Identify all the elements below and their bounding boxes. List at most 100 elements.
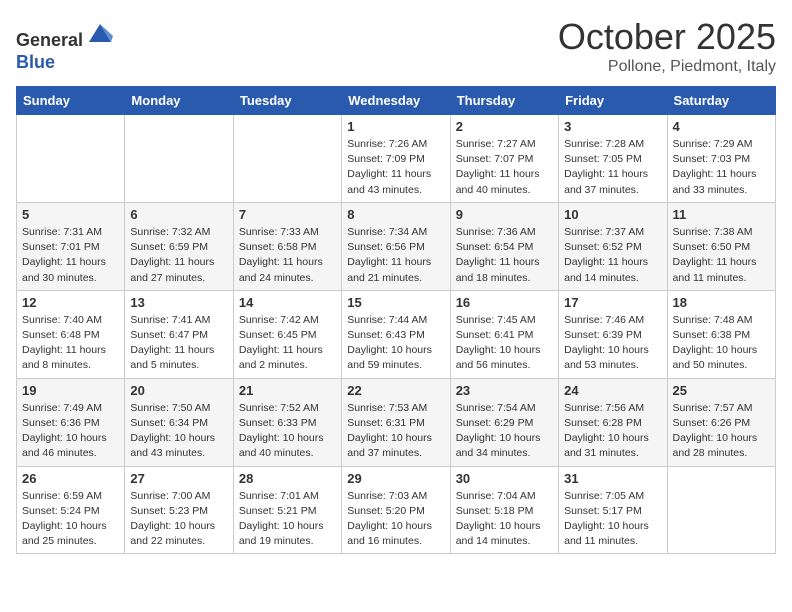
day-number: 24: [564, 383, 661, 398]
col-header-thursday: Thursday: [450, 87, 558, 115]
calendar-cell: 24 Sunrise: 7:56 AM Sunset: 6:28 PM Dayli…: [559, 378, 667, 466]
col-header-monday: Monday: [125, 87, 233, 115]
day-number: 11: [673, 207, 770, 222]
calendar-cell: [17, 115, 125, 203]
day-info: Sunrise: 7:49 AM Sunset: 6:36 PM Dayligh…: [22, 401, 119, 462]
day-number: 5: [22, 207, 119, 222]
day-number: 3: [564, 119, 661, 134]
day-info: Sunrise: 7:48 AM Sunset: 6:38 PM Dayligh…: [673, 313, 770, 374]
calendar-cell: [125, 115, 233, 203]
title-block: October 2025 Pollone, Piedmont, Italy: [558, 16, 776, 76]
day-info: Sunrise: 7:05 AM Sunset: 5:17 PM Dayligh…: [564, 489, 661, 550]
day-info: Sunrise: 7:31 AM Sunset: 7:01 PM Dayligh…: [22, 225, 119, 286]
day-info: Sunrise: 7:54 AM Sunset: 6:29 PM Dayligh…: [456, 401, 553, 462]
day-number: 8: [347, 207, 444, 222]
day-number: 19: [22, 383, 119, 398]
day-info: Sunrise: 7:42 AM Sunset: 6:45 PM Dayligh…: [239, 313, 336, 374]
day-number: 7: [239, 207, 336, 222]
calendar-cell: 20Sunrise: 7:50 AM Sunset: 6:34 PM Dayli…: [125, 378, 233, 466]
day-number: 20: [130, 383, 227, 398]
day-number: 26: [22, 471, 119, 486]
calendar-cell: 27Sunrise: 7:00 AM Sunset: 5:23 PM Dayli…: [125, 466, 233, 554]
calendar-cell: 8 Sunrise: 7:34 AM Sunset: 6:56 PM Daylig…: [342, 202, 450, 290]
calendar-cell: 19 Sunrise: 7:49 AM Sunset: 6:36 PM Dayli…: [17, 378, 125, 466]
calendar-cell: 17Sunrise: 7:46 AM Sunset: 6:39 PM Dayli…: [559, 290, 667, 378]
day-info: Sunrise: 7:56 AM Sunset: 6:28 PM Dayligh…: [564, 401, 661, 462]
calendar-cell: 1 Sunrise: 7:26 AM Sunset: 7:09 PM Daylig…: [342, 115, 450, 203]
day-info: Sunrise: 7:32 AM Sunset: 6:59 PM Dayligh…: [130, 225, 227, 286]
calendar-cell: 7 Sunrise: 7:33 AM Sunset: 6:58 PM Daylig…: [233, 202, 341, 290]
day-number: 23: [456, 383, 553, 398]
day-info: Sunrise: 7:40 AM Sunset: 6:48 PM Dayligh…: [22, 313, 119, 374]
logo-icon: [85, 16, 115, 46]
location-subtitle: Pollone, Piedmont, Italy: [558, 58, 776, 76]
day-number: 14: [239, 295, 336, 310]
calendar-cell: 4Sunrise: 7:29 AM Sunset: 7:03 PM Daylig…: [667, 115, 775, 203]
day-info: Sunrise: 7:03 AM Sunset: 5:20 PM Dayligh…: [347, 489, 444, 550]
calendar-week-row: 5 Sunrise: 7:31 AM Sunset: 7:01 PM Daylig…: [17, 202, 776, 290]
day-number: 16: [456, 295, 553, 310]
day-info: Sunrise: 7:41 AM Sunset: 6:47 PM Dayligh…: [130, 313, 227, 374]
day-info: Sunrise: 6:59 AM Sunset: 5:24 PM Dayligh…: [22, 489, 119, 550]
calendar-cell: 3 Sunrise: 7:28 AM Sunset: 7:05 PM Daylig…: [559, 115, 667, 203]
calendar-week-row: 12 Sunrise: 7:40 AM Sunset: 6:48 PM Dayli…: [17, 290, 776, 378]
calendar-cell: 29 Sunrise: 7:03 AM Sunset: 5:20 PM Dayli…: [342, 466, 450, 554]
col-header-friday: Friday: [559, 87, 667, 115]
calendar-cell: 21 Sunrise: 7:52 AM Sunset: 6:33 PM Dayli…: [233, 378, 341, 466]
day-number: 27: [130, 471, 227, 486]
day-number: 31: [564, 471, 661, 486]
calendar-cell: 23 Sunrise: 7:54 AM Sunset: 6:29 PM Dayli…: [450, 378, 558, 466]
day-number: 12: [22, 295, 119, 310]
calendar-cell: 31 Sunrise: 7:05 AM Sunset: 5:17 PM Dayli…: [559, 466, 667, 554]
day-number: 22: [347, 383, 444, 398]
calendar-cell: 6 Sunrise: 7:32 AM Sunset: 6:59 PM Daylig…: [125, 202, 233, 290]
day-info: Sunrise: 7:57 AM Sunset: 6:26 PM Dayligh…: [673, 401, 770, 462]
day-number: 21: [239, 383, 336, 398]
day-info: Sunrise: 7:26 AM Sunset: 7:09 PM Dayligh…: [347, 137, 444, 198]
day-info: Sunrise: 7:29 AM Sunset: 7:03 PM Dayligh…: [673, 137, 770, 198]
day-number: 10: [564, 207, 661, 222]
logo-general: General: [16, 30, 83, 50]
day-number: 1: [347, 119, 444, 134]
day-number: 18: [673, 295, 770, 310]
day-number: 9: [456, 207, 553, 222]
day-info: Sunrise: 7:37 AM Sunset: 6:52 PM Dayligh…: [564, 225, 661, 286]
day-info: Sunrise: 7:27 AM Sunset: 7:07 PM Dayligh…: [456, 137, 553, 198]
calendar-week-row: 1 Sunrise: 7:26 AM Sunset: 7:09 PM Daylig…: [17, 115, 776, 203]
day-info: Sunrise: 7:28 AM Sunset: 7:05 PM Dayligh…: [564, 137, 661, 198]
col-header-tuesday: Tuesday: [233, 87, 341, 115]
logo: General Blue: [16, 16, 115, 73]
day-info: Sunrise: 7:46 AM Sunset: 6:39 PM Dayligh…: [564, 313, 661, 374]
calendar-header-row: SundayMondayTuesdayWednesdayThursdayFrid…: [17, 87, 776, 115]
calendar-cell: 18 Sunrise: 7:48 AM Sunset: 6:38 PM Dayli…: [667, 290, 775, 378]
calendar-cell: 10 Sunrise: 7:37 AM Sunset: 6:52 PM Dayli…: [559, 202, 667, 290]
calendar-cell: 30Sunrise: 7:04 AM Sunset: 5:18 PM Dayli…: [450, 466, 558, 554]
day-number: 30: [456, 471, 553, 486]
col-header-wednesday: Wednesday: [342, 87, 450, 115]
calendar-cell: 2 Sunrise: 7:27 AM Sunset: 7:07 PM Daylig…: [450, 115, 558, 203]
col-header-saturday: Saturday: [667, 87, 775, 115]
day-info: Sunrise: 7:33 AM Sunset: 6:58 PM Dayligh…: [239, 225, 336, 286]
day-number: 29: [347, 471, 444, 486]
day-number: 28: [239, 471, 336, 486]
day-info: Sunrise: 7:53 AM Sunset: 6:31 PM Dayligh…: [347, 401, 444, 462]
month-title: October 2025: [558, 16, 776, 58]
day-number: 6: [130, 207, 227, 222]
day-info: Sunrise: 7:01 AM Sunset: 5:21 PM Dayligh…: [239, 489, 336, 550]
col-header-sunday: Sunday: [17, 87, 125, 115]
day-info: Sunrise: 7:34 AM Sunset: 6:56 PM Dayligh…: [347, 225, 444, 286]
day-info: Sunrise: 7:45 AM Sunset: 6:41 PM Dayligh…: [456, 313, 553, 374]
calendar-cell: 15 Sunrise: 7:44 AM Sunset: 6:43 PM Dayli…: [342, 290, 450, 378]
calendar-cell: 22 Sunrise: 7:53 AM Sunset: 6:31 PM Dayli…: [342, 378, 450, 466]
page-header: General Blue October 2025 Pollone, Piedm…: [16, 16, 776, 76]
day-number: 15: [347, 295, 444, 310]
calendar-cell: 26 Sunrise: 6:59 AM Sunset: 5:24 PM Dayli…: [17, 466, 125, 554]
calendar-week-row: 26 Sunrise: 6:59 AM Sunset: 5:24 PM Dayli…: [17, 466, 776, 554]
day-info: Sunrise: 7:52 AM Sunset: 6:33 PM Dayligh…: [239, 401, 336, 462]
logo-blue: Blue: [16, 52, 55, 72]
day-number: 2: [456, 119, 553, 134]
calendar-table: SundayMondayTuesdayWednesdayThursdayFrid…: [16, 86, 776, 554]
day-info: Sunrise: 7:44 AM Sunset: 6:43 PM Dayligh…: [347, 313, 444, 374]
calendar-week-row: 19 Sunrise: 7:49 AM Sunset: 6:36 PM Dayli…: [17, 378, 776, 466]
calendar-cell: 25Sunrise: 7:57 AM Sunset: 6:26 PM Dayli…: [667, 378, 775, 466]
